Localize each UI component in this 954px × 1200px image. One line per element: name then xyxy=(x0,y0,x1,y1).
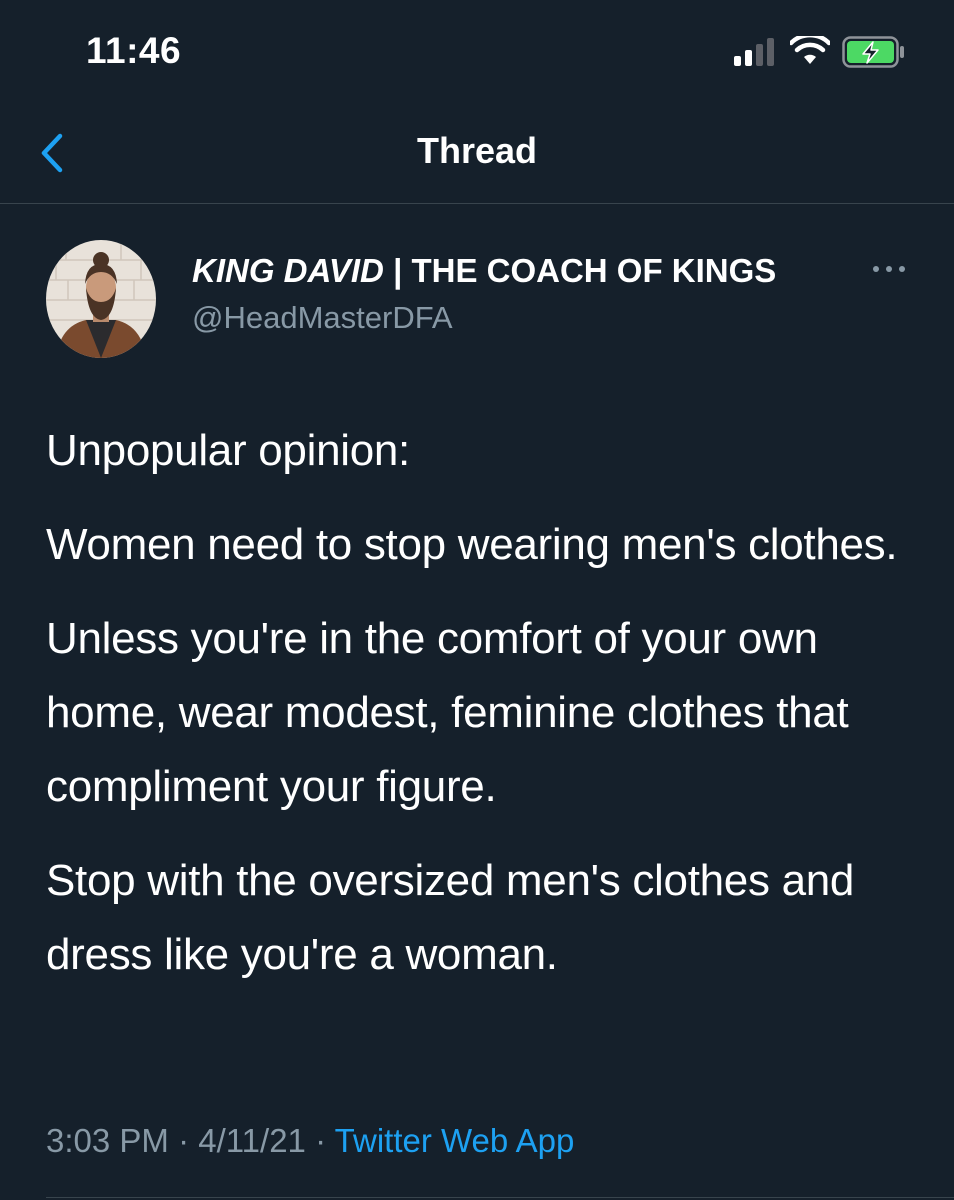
battery-charging-icon xyxy=(842,36,904,68)
meta-separator: · xyxy=(178,1122,190,1159)
cellular-signal-icon xyxy=(734,38,774,66)
tweet-time[interactable]: 3:03 PM xyxy=(46,1122,169,1159)
author-name-rest: | THE COACH OF KINGS xyxy=(393,252,777,289)
tweet-date[interactable]: 4/11/21 xyxy=(198,1122,306,1159)
divider xyxy=(46,1197,954,1198)
author-name[interactable]: KING DAVID | THE COACH OF KINGS xyxy=(192,252,776,290)
tweet-paragraph: Women need to stop wearing men's clothes… xyxy=(46,520,898,569)
tweet-source-link[interactable]: Twitter Web App xyxy=(335,1122,575,1159)
tweet-text: Unpopular opinion: Women need to stop we… xyxy=(46,414,926,1012)
nav-header: Thread xyxy=(0,100,954,204)
twitter-thread-screen: 11:46 Thread KING DAVID | THE COACH OF K… xyxy=(0,0,954,1200)
wifi-icon xyxy=(790,36,830,64)
author-name-italic: KING DAVID xyxy=(192,252,384,289)
author-handle[interactable]: @HeadMasterDFA xyxy=(192,300,453,336)
status-time: 11:46 xyxy=(86,30,182,71)
page-title: Thread xyxy=(416,130,538,171)
more-button[interactable] xyxy=(864,254,914,284)
ellipsis-icon xyxy=(873,266,905,272)
tweet-meta: 3:03 PM · 4/11/21 · Twitter Web App xyxy=(46,1122,574,1160)
avatar[interactable] xyxy=(46,240,156,358)
tweet-paragraph: Unpopular opinion: xyxy=(46,426,410,475)
tweet-paragraph: Stop with the oversized men's clothes an… xyxy=(46,856,855,979)
user-avatar xyxy=(46,240,156,358)
status-bar: 11:46 xyxy=(0,0,954,100)
meta-separator: · xyxy=(315,1122,327,1159)
tweet-paragraph: Unless you're in the comfort of your own… xyxy=(46,614,849,811)
